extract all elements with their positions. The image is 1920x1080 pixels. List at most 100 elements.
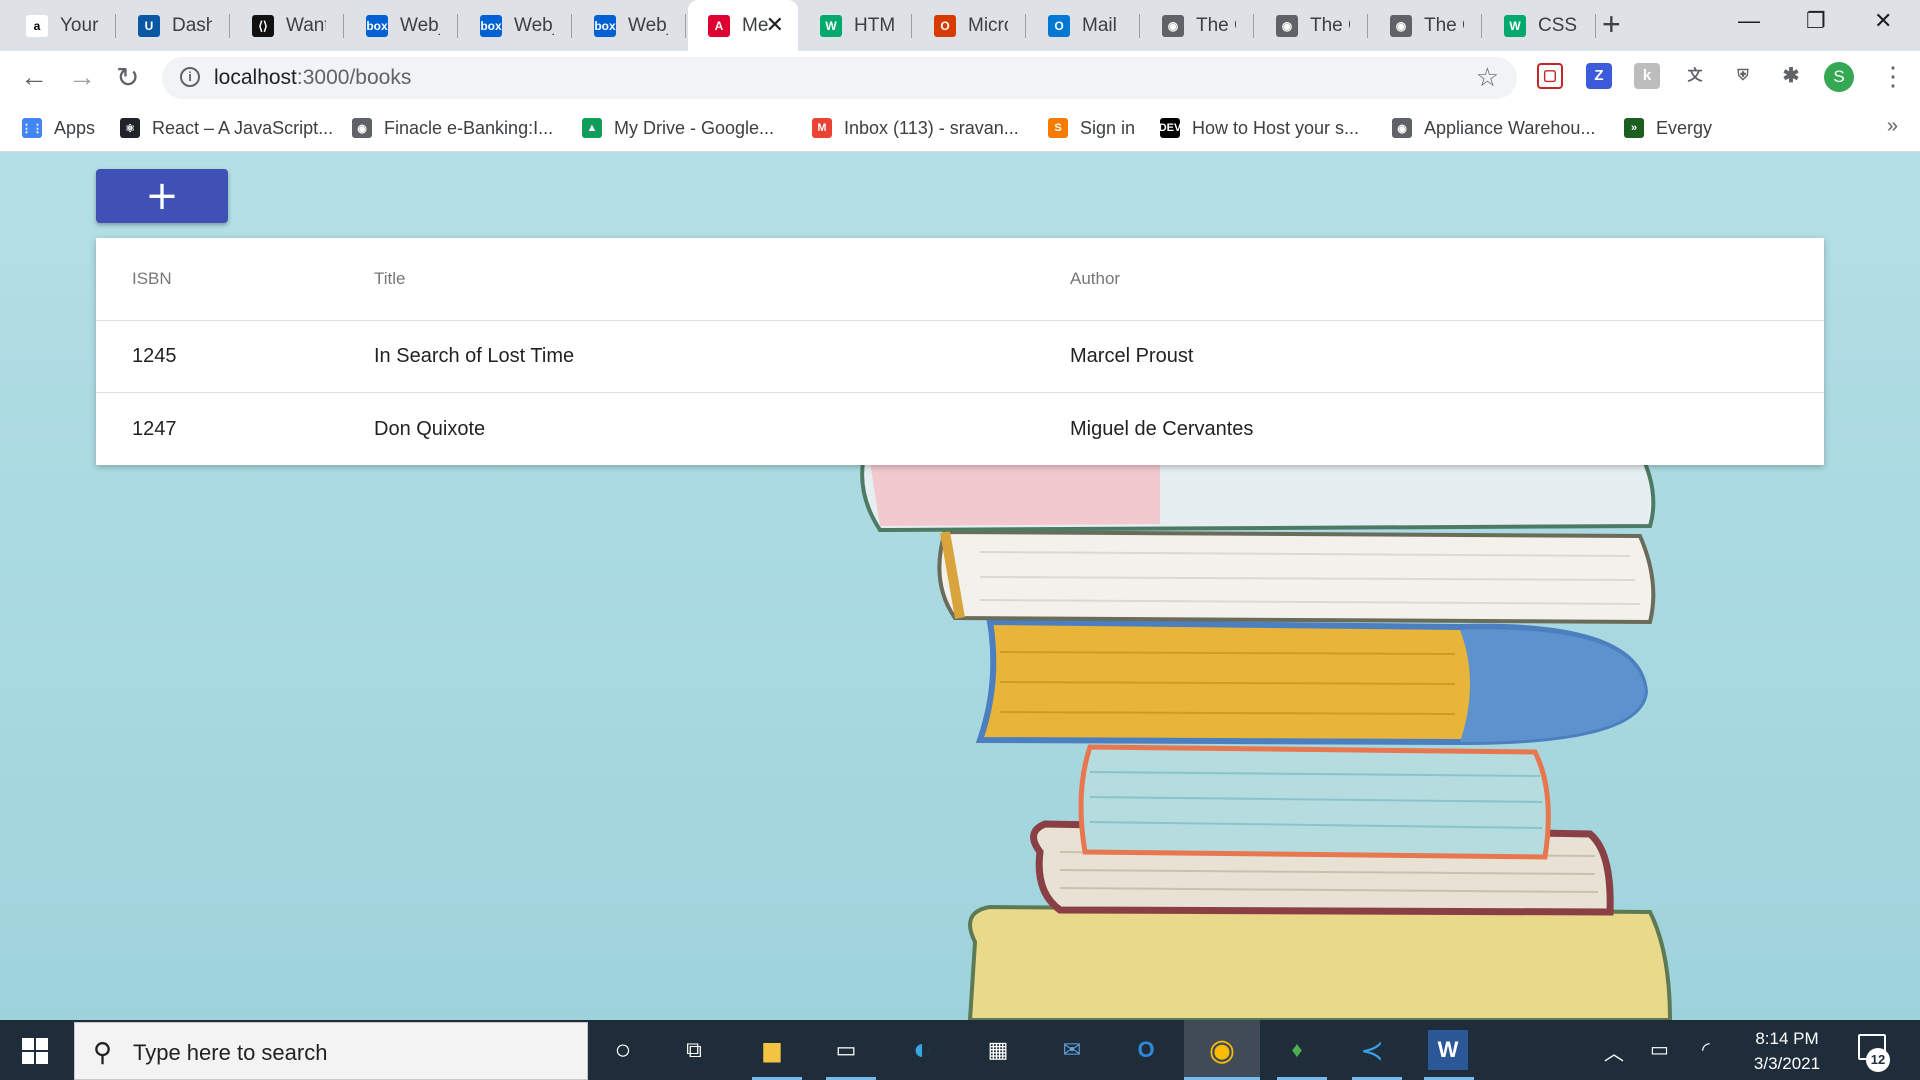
- shield-extension-icon[interactable]: ⛨: [1730, 63, 1756, 89]
- vscode-icon[interactable]: ≺: [1352, 1030, 1392, 1070]
- browser-tab-strip: aYour CUDashb⟨⟩Want tboxWeb_LboxWeb_Lbox…: [0, 0, 1920, 51]
- bookmark-item[interactable]: ◉ Finacle e-Banking:I...: [352, 105, 553, 151]
- taskbar-clock[interactable]: 8:14 PM 3/3/2021: [1752, 1026, 1822, 1076]
- browser-tab[interactable]: a Your C: [6, 0, 116, 51]
- wifi-icon[interactable]: ◜: [1702, 1037, 1710, 1062]
- pocket-extension-icon[interactable]: ▢: [1537, 63, 1563, 89]
- translate-extension-icon[interactable]: 文: [1682, 63, 1708, 89]
- browser-tab[interactable]: O Micros: [914, 0, 1026, 51]
- battery-icon[interactable]: ▭: [1650, 1037, 1669, 1062]
- tab-title: Dashb: [172, 14, 212, 36]
- browser-tab[interactable]: ◉ The Gr: [1370, 0, 1482, 51]
- grammar-extension-icon[interactable]: k: [1634, 63, 1660, 89]
- tab-separator: [911, 14, 912, 38]
- file-explorer-icon[interactable]: ▆: [752, 1030, 792, 1070]
- windows-start-icon[interactable]: [22, 1038, 48, 1064]
- tab-separator: [1139, 14, 1140, 38]
- minimize-icon[interactable]: —: [1738, 8, 1760, 34]
- bookmark-item[interactable]: » Evergy: [1624, 105, 1712, 151]
- extensions-puzzle-icon[interactable]: ✱: [1778, 63, 1804, 89]
- bookmark-item[interactable]: ◉ Appliance Warehou...: [1392, 105, 1595, 151]
- bookmark-label: My Drive - Google...: [614, 117, 775, 138]
- browser-tab[interactable]: box Web_L: [346, 0, 458, 51]
- bookmark-item[interactable]: S Sign in: [1048, 105, 1135, 151]
- profile-avatar[interactable]: S: [1824, 62, 1854, 92]
- code-icon: ⟨⟩: [252, 14, 274, 37]
- header-title[interactable]: Title: [374, 238, 406, 320]
- restore-icon[interactable]: ❐: [1806, 8, 1826, 34]
- mongodb-icon[interactable]: ♦: [1277, 1030, 1317, 1070]
- store-icon[interactable]: ▦: [978, 1030, 1018, 1070]
- signin-icon: S: [1048, 118, 1068, 138]
- browser-tab[interactable]: U Dashb: [118, 0, 230, 51]
- tab-separator: [457, 14, 458, 38]
- evergy-icon: »: [1624, 118, 1644, 138]
- tab-title: Web_L: [400, 14, 440, 36]
- site-info-icon[interactable]: i: [180, 67, 200, 87]
- dev-icon: DEV: [1159, 118, 1181, 138]
- close-window-icon[interactable]: ✕: [1874, 8, 1892, 34]
- cortana-icon[interactable]: ○: [603, 1030, 643, 1070]
- task-view-icon[interactable]: ⧉: [674, 1030, 714, 1070]
- browser-tab[interactable]: box Web_L: [574, 0, 686, 51]
- cell-title: Don Quixote: [374, 417, 486, 440]
- browser-tab[interactable]: A Me ✕: [688, 0, 798, 51]
- bookmark-item[interactable]: ⋮⋮ Apps: [21, 105, 95, 151]
- bookmark-item[interactable]: ▲ My Drive - Google...: [582, 105, 774, 151]
- browser-tab[interactable]: ◉ The Gr: [1256, 0, 1368, 51]
- globe-icon: ◉: [352, 118, 372, 138]
- address-bar[interactable]: i localhost:3000/books ☆: [162, 57, 1517, 99]
- globe-icon: ◉: [1162, 14, 1184, 37]
- w3schools-icon: W: [820, 14, 842, 37]
- close-tab-icon[interactable]: ✕: [766, 12, 784, 38]
- url-text[interactable]: localhost:3000/books: [214, 66, 411, 90]
- back-arrow-icon[interactable]: ←: [20, 61, 48, 93]
- office-icon: O: [934, 14, 956, 37]
- gmail-icon: M: [812, 118, 832, 138]
- tab-separator: [1025, 14, 1026, 38]
- windows-taskbar: ⚲ Type here to search ○ ⧉ ▆ ▭ ◐ ▦ ✉ O ◉ …: [0, 1020, 1920, 1080]
- browser-tab[interactable]: box Web_L: [460, 0, 572, 51]
- forward-arrow-icon[interactable]: →: [68, 61, 96, 93]
- bookmark-item[interactable]: ⚛ React – A JavaScript...: [120, 105, 333, 151]
- bookmark-item[interactable]: M Inbox (113) - sravan...: [812, 105, 1019, 151]
- chrome-menu-icon[interactable]: ⋮: [1880, 61, 1906, 92]
- search-placeholder: Type here to search: [133, 1040, 328, 1065]
- bookmark-star-icon[interactable]: ☆: [1476, 62, 1499, 93]
- browser-tab[interactable]: ⟨⟩ Want t: [232, 0, 344, 51]
- mail-icon[interactable]: ✉: [1052, 1030, 1092, 1070]
- box-icon: box: [594, 14, 616, 37]
- table-row[interactable]: 1247 Don Quixote Miguel de Cervantes: [96, 393, 1824, 465]
- chrome-icon[interactable]: ◉: [1184, 1020, 1260, 1080]
- terminal-icon[interactable]: ▭: [826, 1030, 866, 1070]
- more-bookmarks-icon[interactable]: »: [1887, 115, 1898, 138]
- show-hidden-icons-icon[interactable]: ︿: [1604, 1037, 1624, 1066]
- header-isbn[interactable]: ISBN: [132, 238, 172, 320]
- tab-title: Mail -: [1082, 14, 1122, 36]
- clock-time: 8:14 PM: [1755, 1029, 1819, 1048]
- tab-separator: [1367, 14, 1368, 38]
- edge-icon[interactable]: ◐: [902, 1030, 942, 1070]
- tab-separator: [343, 14, 344, 38]
- new-tab-button[interactable]: +: [1602, 6, 1621, 43]
- cell-isbn: 1247: [132, 417, 177, 440]
- tab-separator: [1481, 14, 1482, 38]
- reload-icon[interactable]: ↻: [116, 61, 139, 94]
- header-author[interactable]: Author: [1070, 238, 1120, 320]
- bookmark-label: Appliance Warehou...: [1424, 117, 1596, 138]
- bookmark-item[interactable]: DEV How to Host your s...: [1159, 105, 1360, 151]
- bookmark-label: How to Host your s...: [1192, 117, 1360, 138]
- taskbar-search-box[interactable]: ⚲ Type here to search: [74, 1022, 588, 1080]
- browser-tab[interactable]: W HTML: [800, 0, 912, 51]
- table-row[interactable]: 1245 In Search of Lost Time Marcel Prous…: [96, 321, 1824, 393]
- browser-tab[interactable]: W CSS b: [1484, 0, 1596, 51]
- globe-icon: ◉: [1276, 14, 1298, 37]
- books-page: + ISBN Title Author 1245 In Search of Lo…: [0, 152, 1920, 1020]
- bookmark-label: Evergy: [1656, 117, 1713, 138]
- word-icon[interactable]: W: [1428, 1030, 1468, 1070]
- zotero-extension-icon[interactable]: Z: [1586, 63, 1612, 89]
- browser-tab[interactable]: ◉ The Gr: [1142, 0, 1254, 51]
- clock-date: 3/3/2021: [1753, 1054, 1821, 1073]
- browser-tab[interactable]: O Mail -: [1028, 0, 1140, 51]
- outlook-icon[interactable]: O: [1126, 1030, 1166, 1070]
